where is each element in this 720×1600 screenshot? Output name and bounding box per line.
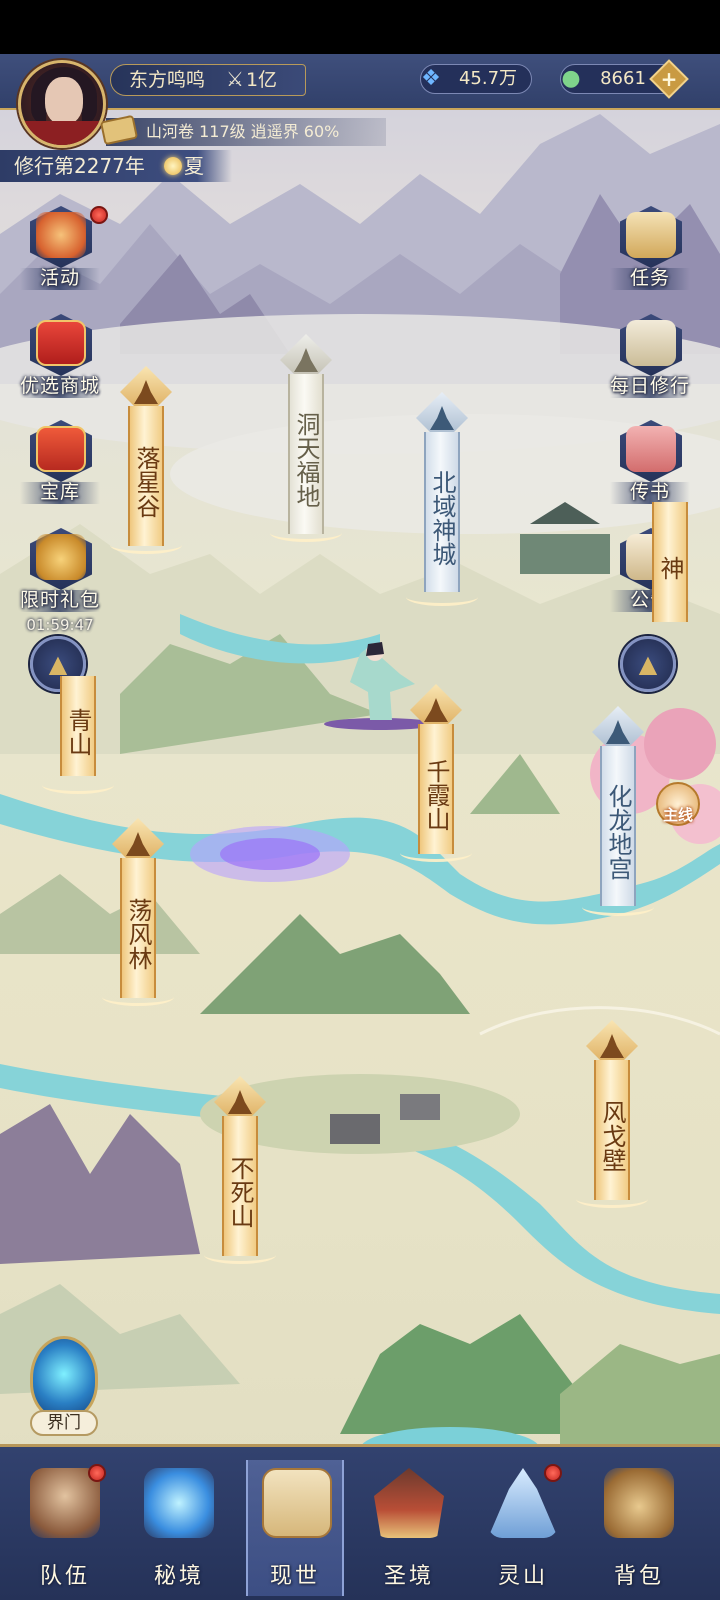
quest-label: 任务 (629, 267, 670, 289)
scroll-icon (626, 212, 676, 258)
nav-spirit-mountain[interactable]: 灵山 (474, 1460, 572, 1596)
book-icon (626, 320, 676, 366)
mail-button[interactable]: 传书 (602, 420, 698, 512)
treasure-chest-icon (36, 426, 86, 472)
chevron-up-icon: ▲ (638, 650, 658, 678)
sun-icon (164, 157, 182, 175)
avatar-face (45, 77, 83, 125)
nav-spirit-mountain-label: 灵山 (497, 1564, 548, 1589)
palace-icon (374, 1468, 444, 1538)
location-name: 落星谷 (128, 406, 164, 546)
activity-label: 活动 (39, 267, 80, 289)
nav-present-world-label: 现世 (269, 1564, 320, 1589)
player-name: 东方鸣鸣 (129, 69, 206, 91)
nav-team-label: 队伍 (39, 1564, 90, 1589)
spirit-mountain-badge (544, 1464, 562, 1482)
season-label: 夏 (184, 150, 204, 182)
limited-pack-label: 限时礼包 (19, 589, 100, 611)
spirit-crystal-display[interactable]: ❖ 45.7万 (420, 64, 532, 94)
premium-shop-label: 优选商城 (19, 375, 100, 397)
location-name: 神 (652, 502, 688, 622)
jade-display[interactable]: ● 8661 + (560, 59, 689, 99)
main-quest-label: 主线 (662, 806, 693, 824)
realm-info: 山河卷 117级 逍遥界 60% (146, 122, 340, 141)
nav-backpack-label: 背包 (613, 1564, 664, 1589)
gift-chest-icon (36, 320, 86, 366)
spirit-crystal-value: 45.7万 (458, 68, 518, 89)
nav-backpack[interactable]: 背包 (590, 1460, 688, 1596)
location-name: 荡风林 (120, 858, 156, 998)
location-name: 不死山 (222, 1116, 258, 1256)
nav-holy-realm[interactable]: 圣境 (360, 1460, 458, 1596)
location-name: 化龙地宫 (600, 746, 636, 906)
portal-orb-icon (30, 1336, 98, 1420)
location-name: 风戈壁 (594, 1060, 630, 1200)
premium-shop-button[interactable]: 优选商城 (12, 314, 108, 406)
daily-cultivation-label: 每日修行 (609, 375, 690, 397)
location-name: 北域神城 (424, 432, 460, 592)
nav-present-world[interactable]: 现世 (246, 1460, 344, 1596)
limited-pack-button[interactable]: 限时礼包 (12, 528, 108, 620)
nav-team[interactable]: 队伍 (16, 1460, 114, 1596)
money-bag-icon (36, 534, 86, 580)
combat-power: ⚔ 1亿 (226, 64, 277, 95)
daily-cultivation-button[interactable]: 每日修行 (602, 314, 698, 406)
vortex-icon (144, 1468, 214, 1538)
mail-label: 传书 (629, 481, 670, 503)
quest-button[interactable]: 任务 (602, 206, 698, 298)
nav-secret-realm[interactable]: 秘境 (130, 1460, 228, 1596)
nav-secret-realm-label: 秘境 (153, 1564, 204, 1589)
activity-button[interactable]: 活动 (12, 206, 108, 298)
combat-power-value: 1亿 (245, 69, 278, 91)
realm-gate-button[interactable]: 界门 (26, 1336, 102, 1436)
status-bar (0, 0, 720, 54)
player-avatar[interactable] (18, 60, 106, 148)
location-name: 千霞山 (418, 724, 454, 854)
sword-icon: ⚔ (226, 67, 244, 91)
letter-icon (626, 426, 676, 472)
bag-icon (604, 1468, 674, 1538)
season: 夏 (184, 154, 204, 178)
main-quest-marker[interactable]: 主线 (656, 782, 700, 838)
treasury-label: 宝库 (39, 481, 80, 503)
crystal-icon: ❖ (421, 66, 441, 91)
nav-holy-realm-label: 圣境 (383, 1564, 434, 1589)
location-name: 洞天福地 (288, 374, 324, 534)
expand-right-button[interactable]: ▲ (620, 636, 676, 692)
treasury-button[interactable]: 宝库 (12, 420, 108, 512)
lantern-icon (36, 212, 86, 258)
jade-value: 8661 (600, 68, 646, 89)
cultivation-year: 修行第2277年 (14, 154, 145, 178)
location-name: 青山 (60, 676, 96, 776)
activity-badge (90, 206, 108, 224)
team-badge (88, 1464, 106, 1482)
limited-pack-timer: 01:59:47 (26, 616, 94, 634)
realm-gate-label: 界门 (30, 1410, 98, 1436)
world-map-icon (262, 1468, 332, 1538)
jade-icon: ● (561, 66, 581, 91)
realm-info-bar[interactable]: 山河卷 117级 逍遥界 60% (106, 118, 386, 146)
avatar-cloth (21, 121, 103, 145)
